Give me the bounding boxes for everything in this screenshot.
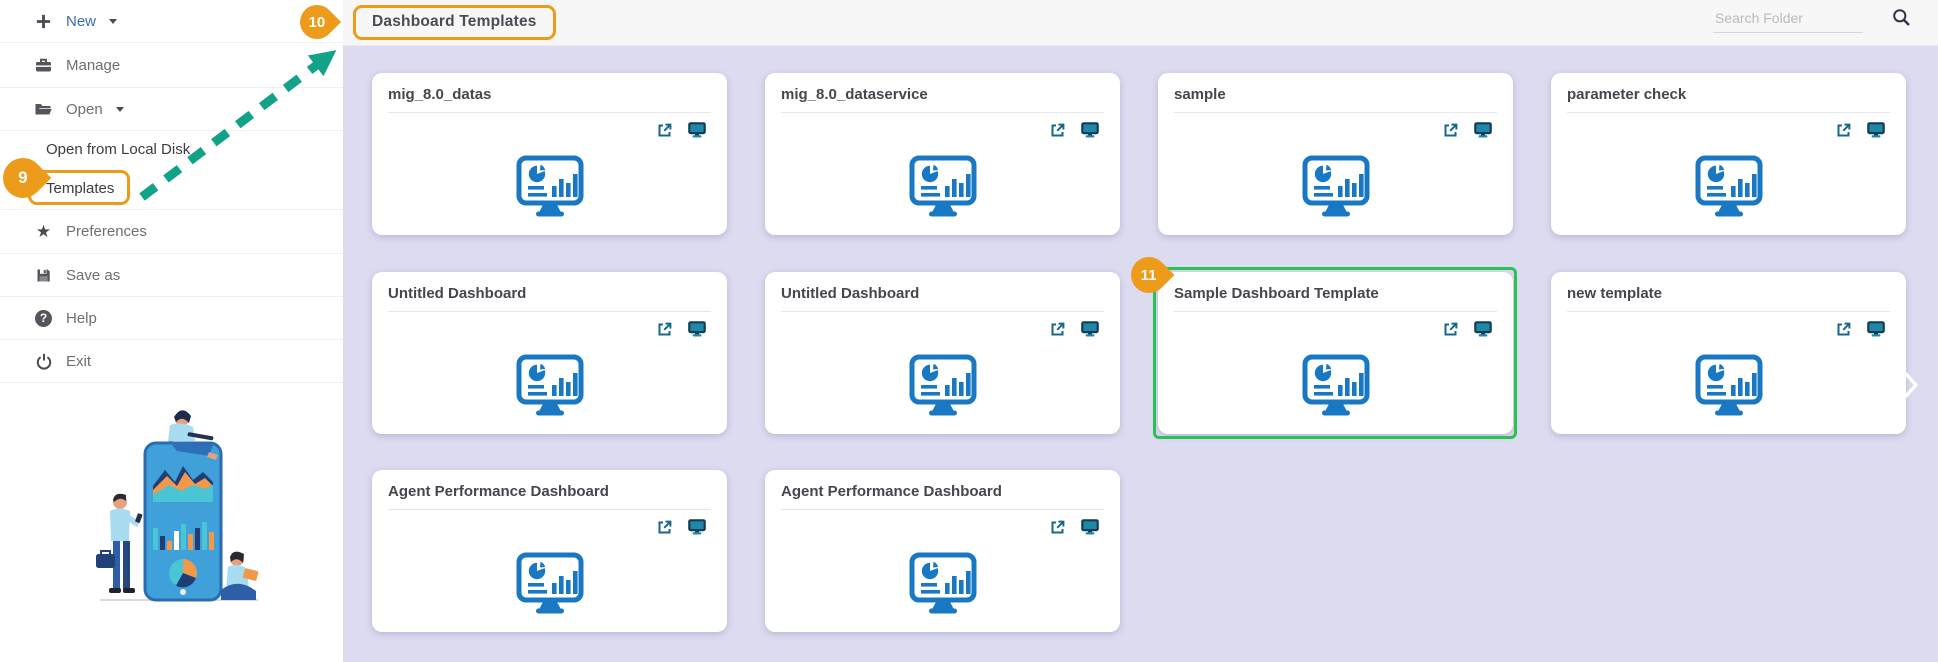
open-new-window-icon[interactable] (656, 122, 673, 139)
sidebar-item-help[interactable]: ? Help (0, 297, 343, 340)
power-icon (34, 352, 53, 371)
sidebar-item-label: Manage (66, 56, 121, 74)
folder-open-icon (34, 100, 53, 119)
sidebar-item-label: New (66, 12, 97, 30)
sidebar-item-label: Help (66, 309, 97, 327)
sidebar-item-label: Open from Local Disk (46, 141, 191, 158)
page-title: Dashboard Templates (372, 13, 537, 30)
card-title: Agent Performance Dashboard (388, 483, 711, 510)
dashboard-icon (1694, 155, 1764, 224)
monitor-icon[interactable] (1867, 122, 1885, 139)
card-title: Agent Performance Dashboard (781, 483, 1104, 510)
briefcase-icon (34, 56, 53, 75)
sidebar-item-save-as[interactable]: Save as (0, 254, 343, 297)
sidebar-item-new[interactable]: New (0, 0, 343, 43)
analytics-illustration (96, 410, 259, 602)
card-title: parameter check (1567, 86, 1890, 113)
template-card[interactable]: Untitled Dashboard (765, 272, 1120, 434)
templates-grid: mig_8.0_datas mig_8.0_dataservice sample (343, 46, 1938, 662)
monitor-icon[interactable] (1474, 321, 1492, 338)
monitor-icon[interactable] (1081, 122, 1099, 139)
template-card[interactable]: mig_8.0_dataservice (765, 73, 1120, 235)
monitor-icon[interactable] (1081, 321, 1099, 338)
chevron-down-icon (109, 19, 118, 28)
annotation-box-page-title: Dashboard Templates (353, 5, 556, 40)
template-card-sample-dashboard-template[interactable]: Sample Dashboard Template (1158, 272, 1513, 434)
sidebar-item-label: Open (66, 100, 103, 118)
open-new-window-icon[interactable] (656, 519, 673, 536)
help-icon: ? (34, 309, 53, 328)
monitor-icon[interactable] (1474, 122, 1492, 139)
monitor-icon[interactable] (1867, 321, 1885, 338)
dashboard-icon (1301, 155, 1371, 224)
template-card[interactable]: Agent Performance Dashboard (765, 470, 1120, 632)
sidebar-item-templates[interactable]: Templates (0, 168, 343, 210)
monitor-icon[interactable] (688, 519, 706, 536)
card-title: Untitled Dashboard (781, 285, 1104, 312)
open-new-window-icon[interactable] (1835, 122, 1852, 139)
sidebar-item-open[interactable]: Open (0, 88, 343, 131)
plus-icon (34, 12, 53, 31)
card-title: mig_8.0_datas (388, 86, 711, 113)
dashboard-icon (515, 155, 585, 224)
dashboard-icon (515, 354, 585, 423)
card-title: sample (1174, 86, 1497, 113)
open-new-window-icon[interactable] (656, 321, 673, 338)
monitor-icon[interactable] (1081, 519, 1099, 536)
sidebar-item-label: Templates (46, 180, 115, 197)
next-page-chevron-icon[interactable] (1903, 371, 1919, 404)
card-title: new template (1567, 285, 1890, 312)
monitor-icon[interactable] (688, 321, 706, 338)
dashboard-icon (908, 552, 978, 621)
card-title: Sample Dashboard Template (1174, 285, 1497, 312)
header: Dashboard Templates (343, 0, 1938, 46)
card-title: mig_8.0_dataservice (781, 86, 1104, 113)
sidebar-item-manage[interactable]: Manage (0, 43, 343, 88)
sidebar-item-label: Exit (66, 352, 92, 370)
search-input[interactable] (1713, 7, 1863, 33)
folder-search (1713, 7, 1863, 33)
search-icon[interactable] (1892, 8, 1911, 32)
template-card[interactable]: Untitled Dashboard (372, 272, 727, 434)
chevron-down-icon (115, 107, 124, 116)
dashboard-icon (1301, 354, 1371, 423)
open-new-window-icon[interactable] (1049, 321, 1066, 338)
template-card[interactable]: Agent Performance Dashboard (372, 470, 727, 632)
dashboard-icon (908, 354, 978, 423)
sidebar-item-label: Preferences (66, 223, 147, 240)
open-new-window-icon[interactable] (1442, 122, 1459, 139)
sidebar-item-open-from-local-disk[interactable]: Open from Local Disk (0, 131, 343, 168)
open-new-window-icon[interactable] (1049, 519, 1066, 536)
dashboard-icon (515, 552, 585, 621)
dashboard-icon (908, 155, 978, 224)
monitor-icon[interactable] (688, 122, 706, 139)
template-card[interactable]: parameter check (1551, 73, 1906, 235)
open-new-window-icon[interactable] (1049, 122, 1066, 139)
sidebar-item-preferences[interactable]: ★ Preferences (0, 210, 343, 254)
sidebar-item-exit[interactable]: Exit (0, 340, 343, 383)
open-new-window-icon[interactable] (1442, 321, 1459, 338)
sidebar: New Manage Open Open from Local Disk Tem… (0, 0, 343, 662)
card-title: Untitled Dashboard (388, 285, 711, 312)
template-card[interactable]: new template (1551, 272, 1906, 434)
template-card[interactable]: sample (1158, 73, 1513, 235)
template-card[interactable]: mig_8.0_datas (372, 73, 727, 235)
save-icon (34, 266, 53, 285)
star-icon: ★ (35, 222, 52, 241)
dashboard-icon (1694, 354, 1764, 423)
open-new-window-icon[interactable] (1835, 321, 1852, 338)
sidebar-item-label: Save as (66, 266, 121, 284)
